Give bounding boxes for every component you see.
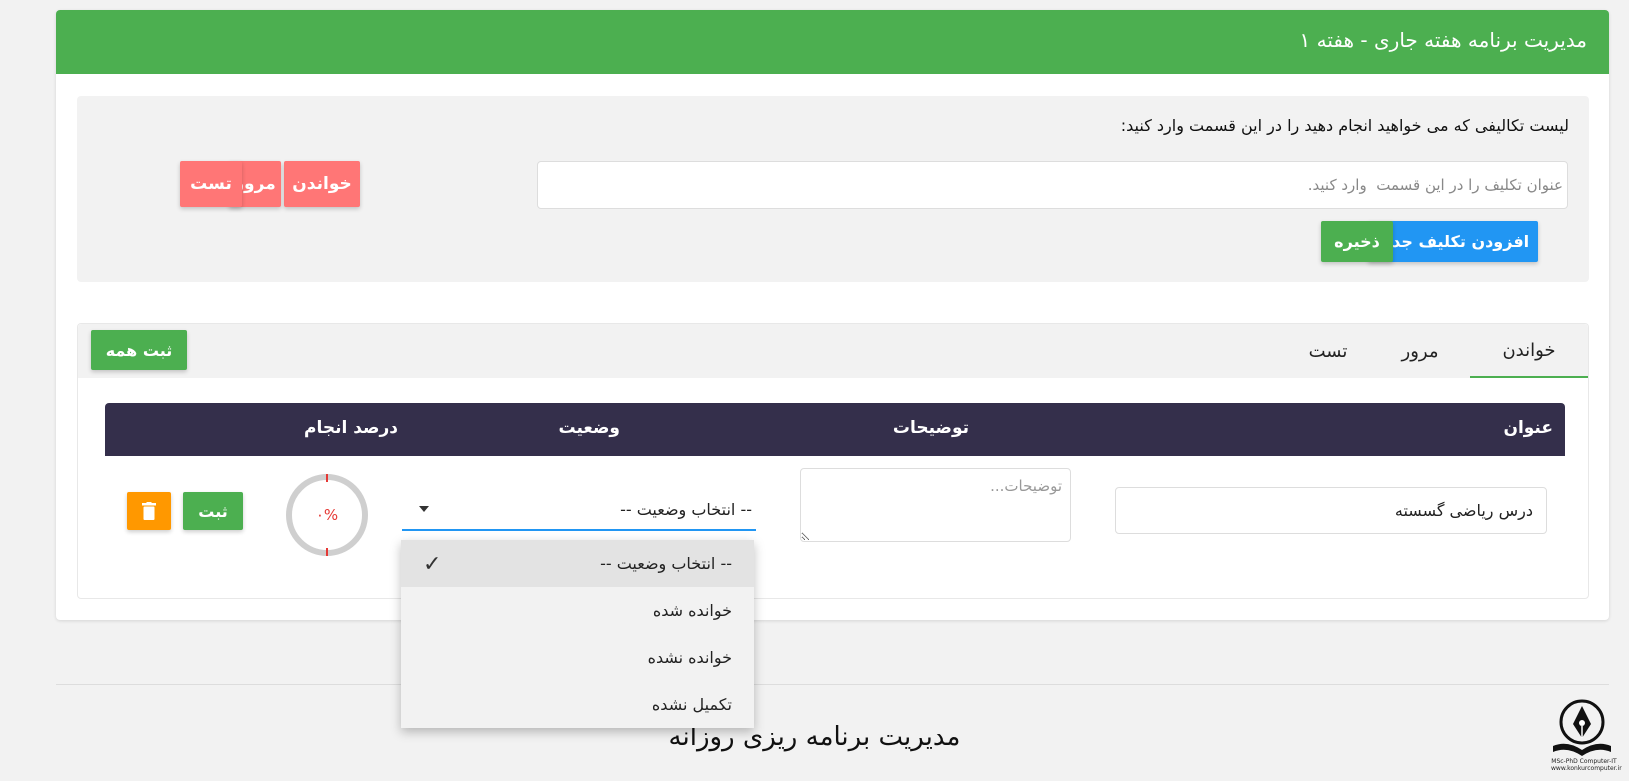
column-header-status: وضعیت [558,418,620,438]
save-button[interactable]: ذخیره [1321,221,1393,262]
trash-icon [142,502,156,520]
check-icon: ✓ [423,552,442,577]
tab-bar: خواندن مرور تست ثبت همه [78,324,1588,378]
column-header-title: عنوان [1503,418,1553,438]
category-read-button[interactable]: خواندن [284,161,360,207]
row-delete-button[interactable] [127,492,171,530]
ring-marker-top [326,474,328,482]
tab-read[interactable]: خواندن [1470,324,1588,378]
status-option-label: خوانده نشده [647,648,732,667]
status-option-select[interactable]: -- انتخاب وضعیت -- ✓ [401,540,754,587]
status-option-read[interactable]: خوانده شده [401,587,754,634]
task-title-input[interactable] [537,161,1568,209]
row-save-button[interactable]: ثبت [183,492,243,530]
column-header-description: توضیحات [892,418,969,438]
task-input-panel: لیست تکالیفی که می خواهید انجام دهید را … [77,96,1589,282]
weekly-plan-card: مدیریت برنامه هفته جاری - هفته ۱ لیست تک… [56,10,1609,620]
status-option-label: خوانده شده [652,601,732,620]
logo-caption: MSc-PhD Computer-IT www.konkurcomputer.i… [1551,758,1622,772]
tasks-tab-panel: خواندن مرور تست ثبت همه عنوان توضیحات وض… [77,323,1589,599]
category-test-button[interactable]: تست [180,161,242,207]
table-header: عنوان توضیحات وضعیت درصد انجام [105,403,1565,456]
status-option-label: تکمیل نشده [651,695,732,714]
tab-review[interactable]: مرور [1380,324,1460,378]
footer-title: مدیریت برنامه ریزی روزانه [668,722,961,752]
status-option-unread[interactable]: خوانده نشده [401,634,754,681]
save-all-button[interactable]: ثبت همه [91,330,187,370]
progress-ring: ۰% [286,474,368,556]
task-input-label: لیست تکالیفی که می خواهید انجام دهید را … [1120,116,1569,135]
status-option-incomplete[interactable]: تکمیل نشده [401,681,754,728]
status-option-label: -- انتخاب وضعیت -- [600,554,732,573]
tab-test[interactable]: تست [1288,324,1368,378]
page-title: مدیریت برنامه هفته جاری - هفته ۱ [56,10,1609,74]
task-description-field[interactable] [800,468,1071,542]
add-task-button[interactable]: افزودن تکلیف جدید [1368,221,1538,262]
caret-down-icon [419,506,429,512]
status-select-value: -- انتخاب وضعیت -- [620,499,752,519]
ring-marker-bottom [326,548,328,556]
column-header-percent: درصد انجام [304,418,398,438]
status-dropdown-menu: -- انتخاب وضعیت -- ✓ خوانده شده خوانده ن… [401,540,754,728]
progress-percent: ۰% [315,506,339,524]
status-select[interactable]: -- انتخاب وضعیت -- [402,489,756,531]
task-title-field[interactable] [1115,487,1547,534]
footer-divider [56,684,1609,685]
